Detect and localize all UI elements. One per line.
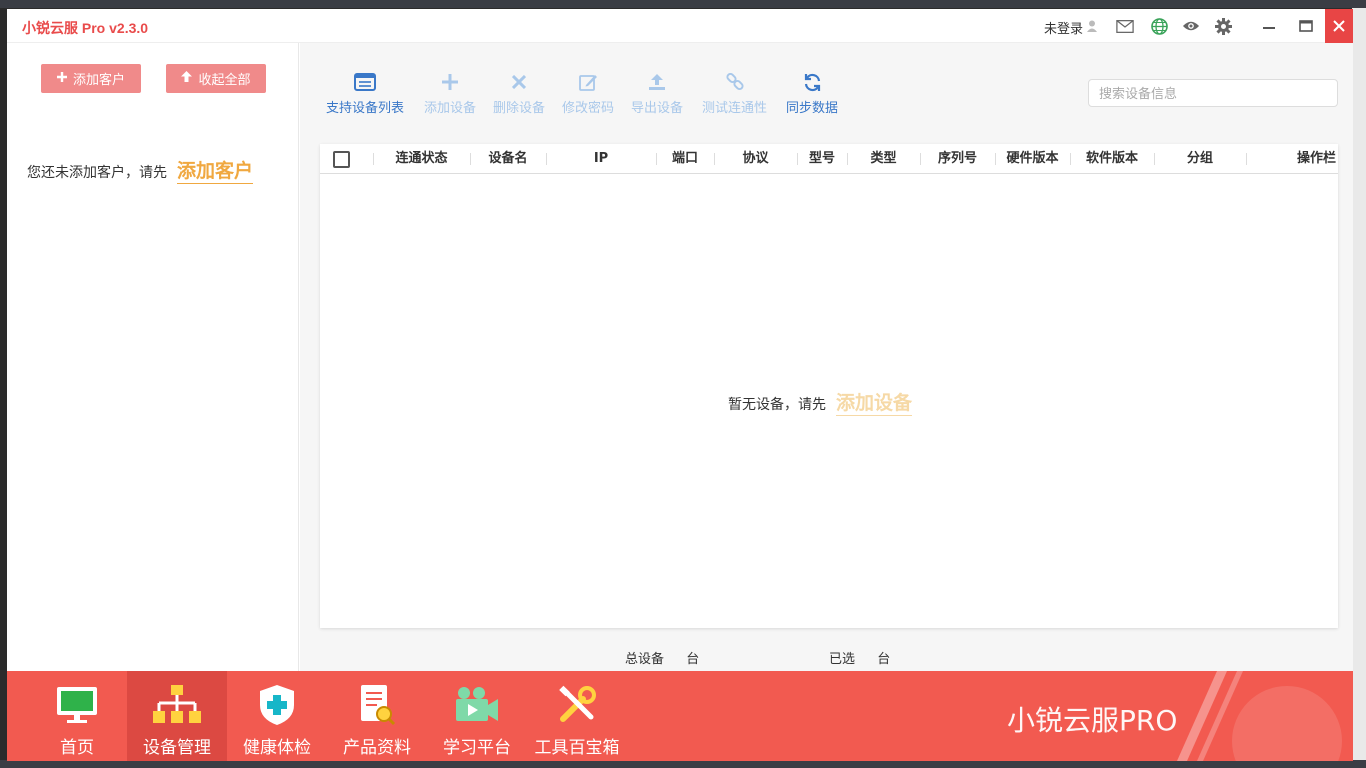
plus-icon — [56, 71, 67, 86]
empty-device-text: 暂无设备，请先 — [728, 397, 826, 413]
toolbar-test-connectivity[interactable]: 测试连通性 — [702, 71, 767, 116]
toolbar-export-device[interactable]: 导出设备 — [631, 71, 683, 116]
toolbar-add-device[interactable]: 添加设备 — [424, 71, 476, 116]
toolbar-label: 同步数据 — [786, 101, 839, 116]
login-status-label: 未登录 — [1044, 22, 1084, 37]
empty-device-message: 暂无设备，请先 添加设备 — [728, 388, 913, 416]
monitor-icon — [55, 683, 99, 727]
toolbar-label: 添加设备 — [424, 101, 477, 116]
column-header[interactable]: 分组 — [1154, 144, 1246, 174]
add-client-link[interactable]: 添加客户 — [177, 156, 254, 184]
desktop-taskbar-top — [0, 0, 1366, 8]
toolbar-label: 修改密码 — [562, 101, 615, 116]
add-client-button[interactable]: 添加客户 — [41, 64, 141, 93]
column-header[interactable]: 序列号 — [920, 144, 995, 174]
empty-client-message: 您还未添加客户，请先 添加客户 — [27, 156, 254, 184]
refresh-icon — [803, 71, 822, 93]
mail-icon[interactable] — [1116, 18, 1134, 34]
eye-icon[interactable] — [1182, 18, 1200, 34]
selected-devices: 已选 台 — [829, 648, 890, 667]
device-table: 连通状态 设备名 IP 端口 协议 型号 类型 序列号 硬件版本 软件版本 分组… — [320, 144, 1338, 628]
shield-cross-icon — [257, 683, 297, 727]
empty-client-text: 您还未添加客户，请先 — [27, 165, 167, 181]
nav-home[interactable]: 首页 — [27, 671, 127, 761]
device-main-panel: 支持设备列表 添加设备 删除设备 修改密码 导出设备 测试连通性 同步数据 搜索… — [300, 43, 1353, 671]
toolbar-label: 测试连通性 — [702, 101, 768, 116]
x-icon — [512, 71, 526, 93]
toolbar-delete-device[interactable]: 删除设备 — [493, 71, 545, 116]
nav-label: 学习平台 — [443, 738, 511, 758]
total-devices: 总设备 台 — [625, 648, 699, 667]
app-window: 小锐云服 Pro v2.3.0 未登录 添加客户 收起全部 您还未添加客户，请先… — [7, 9, 1353, 761]
device-search-input[interactable] — [1088, 79, 1338, 107]
link-icon — [725, 71, 744, 93]
nav-label: 产品资料 — [343, 738, 411, 758]
column-header[interactable]: 类型 — [847, 144, 920, 174]
selected-devices-label: 已选 — [829, 652, 856, 667]
brand-decoration — [1177, 671, 1342, 761]
globe-icon[interactable] — [1150, 17, 1168, 35]
login-status[interactable]: 未登录 — [1044, 18, 1098, 37]
desktop-edge-bottom — [0, 760, 1366, 768]
list-icon — [354, 71, 376, 93]
selected-devices-unit: 台 — [877, 652, 891, 667]
brand-logo-text: 小锐云服PRO — [1007, 704, 1178, 737]
collapse-all-label: 收起全部 — [198, 73, 251, 88]
column-header[interactable]: 设备名 — [470, 144, 546, 174]
nav-product-docs[interactable]: 产品资料 — [327, 671, 427, 761]
org-chart-icon — [151, 683, 203, 727]
video-camera-icon — [454, 683, 500, 727]
user-icon — [1087, 20, 1098, 36]
nav-device-management[interactable]: 设备管理 — [127, 671, 227, 761]
column-header[interactable]: 操作栏 — [1246, 144, 1338, 174]
plus-icon — [442, 71, 458, 93]
toolbar-label: 导出设备 — [631, 101, 684, 116]
background-window-edge — [1352, 8, 1366, 768]
add-client-label: 添加客户 — [72, 73, 125, 88]
client-sidebar: 添加客户 收起全部 您还未添加客户，请先 添加客户 — [7, 43, 299, 671]
tools-icon — [557, 683, 597, 727]
maximize-button[interactable] — [1289, 9, 1323, 43]
toolbar-label: 支持设备列表 — [326, 101, 405, 116]
nav-label: 设备管理 — [143, 738, 211, 758]
document-search-icon — [357, 683, 397, 727]
table-header: 连通状态 设备名 IP 端口 协议 型号 类型 序列号 硬件版本 软件版本 分组… — [320, 144, 1338, 174]
column-header[interactable]: 软件版本 — [1070, 144, 1154, 174]
column-header[interactable]: 型号 — [797, 144, 847, 174]
arrow-up-icon — [181, 71, 193, 86]
column-header[interactable]: 端口 — [656, 144, 714, 174]
column-header[interactable]: 连通状态 — [373, 144, 470, 174]
upload-icon — [648, 71, 666, 93]
column-header[interactable]: 协议 — [714, 144, 797, 174]
toolbar-label: 删除设备 — [493, 101, 546, 116]
edit-icon — [578, 71, 598, 93]
gear-icon[interactable] — [1214, 17, 1232, 35]
nav-label: 首页 — [60, 738, 94, 758]
select-all-checkbox[interactable] — [333, 151, 350, 168]
nav-label: 工具百宝箱 — [534, 738, 620, 758]
nav-toolbox[interactable]: 工具百宝箱 — [527, 671, 627, 761]
add-device-link[interactable]: 添加设备 — [836, 388, 913, 416]
minimize-button[interactable] — [1252, 9, 1286, 43]
column-header[interactable]: IP — [546, 144, 656, 174]
app-title: 小锐云服 Pro v2.3.0 — [22, 20, 149, 36]
nav-health-check[interactable]: 健康体检 — [227, 671, 327, 761]
bottom-navigation: 首页 设备管理 健康体检 产品资料 学习平台 工具百宝箱 小锐云服PRO — [7, 671, 1353, 761]
toolbar-sync-data[interactable]: 同步数据 — [786, 71, 838, 116]
total-devices-unit: 台 — [686, 652, 700, 667]
nav-learning-platform[interactable]: 学习平台 — [427, 671, 527, 761]
toolbar-supported-devices[interactable]: 支持设备列表 — [326, 71, 404, 116]
toolbar-change-password[interactable]: 修改密码 — [562, 71, 614, 116]
close-button[interactable] — [1325, 9, 1353, 43]
collapse-all-button[interactable]: 收起全部 — [166, 64, 266, 93]
title-bar: 小锐云服 Pro v2.3.0 未登录 — [7, 9, 1353, 43]
nav-label: 健康体检 — [243, 738, 311, 758]
column-header[interactable]: 硬件版本 — [995, 144, 1070, 174]
total-devices-label: 总设备 — [625, 652, 665, 667]
